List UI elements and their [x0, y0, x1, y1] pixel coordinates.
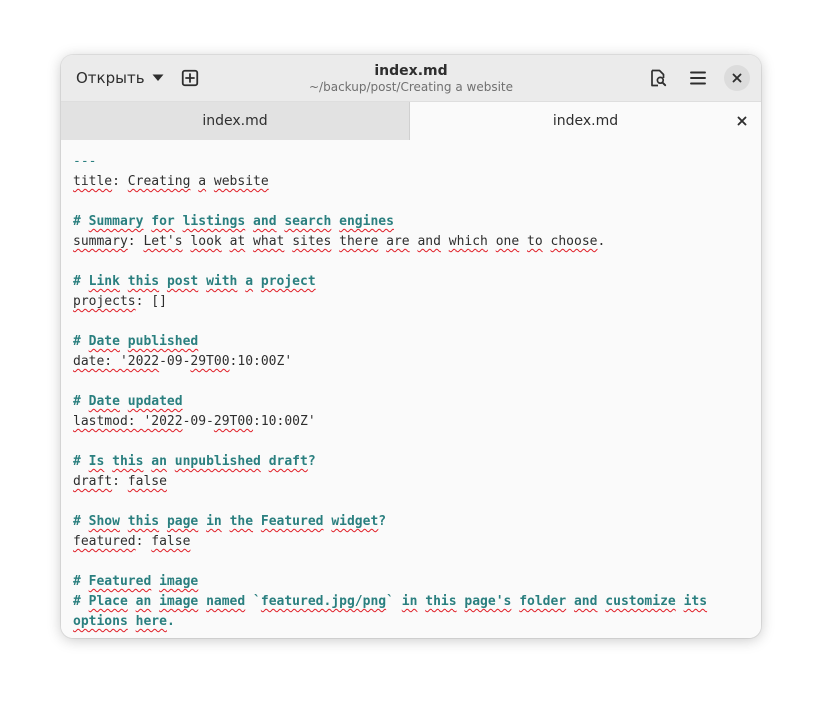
editor-line: options here.	[73, 614, 175, 629]
editor-line: # Is this an unpublished draft?	[73, 454, 316, 469]
tab-label: index.md	[202, 113, 268, 129]
editor-line: # Show this page in the Featured widget?	[73, 514, 387, 529]
open-button-label: Открыть	[76, 69, 145, 87]
editor-lines: --- title: Creating a website # Summary fo…	[73, 152, 707, 632]
window-title: index.md	[374, 63, 448, 79]
editor-line: projects: []	[73, 294, 167, 309]
chevron-down-icon	[152, 74, 164, 82]
new-tab-icon	[181, 69, 199, 87]
new-tab-button[interactable]	[176, 64, 204, 92]
title-block: index.md ~/backup/post/Creating a websit…	[211, 62, 611, 95]
close-icon	[737, 116, 747, 126]
editor-line: summary: Let's look at what sites there …	[73, 234, 606, 249]
open-button[interactable]: Открыть	[69, 64, 171, 92]
main-menu-button[interactable]	[684, 64, 712, 92]
editor-line: ---	[73, 154, 97, 169]
document-search-button[interactable]	[644, 64, 672, 92]
editor-line: # Featured image	[73, 574, 199, 589]
document-search-icon	[649, 69, 667, 87]
editor-line: # Summary for listings and search engine…	[73, 214, 394, 229]
editor-window: Открыть index.md ~/backup/post/Creating …	[61, 55, 761, 638]
editor-line: lastmod: '2022-09-29T00:10:00Z'	[73, 414, 316, 429]
headerbar: Открыть index.md ~/backup/post/Creating …	[61, 55, 761, 101]
tab-close-button[interactable]	[735, 114, 749, 128]
editor-line: # Link this post with a project	[73, 274, 316, 289]
tab-bar: index.md index.md	[61, 101, 761, 140]
tab-index-md-1[interactable]: index.md	[61, 102, 410, 140]
editor-line: # Date published	[73, 334, 199, 349]
editor-line: date: '2022-09-29T00:10:00Z'	[73, 354, 293, 369]
editor-line: title: Creating a website	[73, 174, 269, 189]
editor-line: featured: false	[73, 534, 191, 549]
window-subtitle: ~/backup/post/Creating a website	[309, 80, 513, 94]
window-close-button[interactable]	[724, 65, 750, 91]
tab-label: index.md	[552, 113, 619, 129]
close-icon	[732, 73, 742, 83]
editor-line: # Place an image named `featured.jpg/png…	[73, 594, 708, 609]
editor-line: # Date updated	[73, 394, 183, 409]
hamburger-menu-icon	[690, 71, 706, 85]
tab-index-md-2[interactable]: index.md	[410, 102, 761, 140]
text-editor[interactable]: --- title: Creating a website # Summary fo…	[61, 140, 761, 638]
editor-line: draft: false	[73, 474, 167, 489]
